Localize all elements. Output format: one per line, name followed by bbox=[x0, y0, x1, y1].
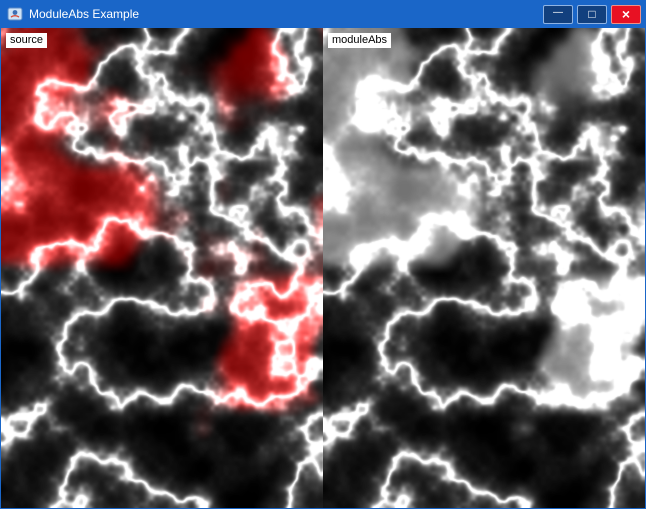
maximize-icon: □ bbox=[588, 8, 595, 20]
titlebar[interactable]: ModuleAbs Example — □ × bbox=[0, 0, 646, 28]
moduleabs-label: moduleAbs bbox=[328, 33, 391, 48]
moduleabs-image bbox=[323, 28, 645, 508]
window-title: ModuleAbs Example bbox=[29, 7, 543, 21]
window-controls: — □ × bbox=[543, 5, 641, 24]
maximize-button[interactable]: □ bbox=[577, 5, 607, 24]
app-window: ModuleAbs Example — □ × source moduleAbs bbox=[0, 0, 646, 509]
source-image bbox=[1, 28, 323, 508]
app-icon[interactable] bbox=[7, 6, 23, 22]
content-area: source moduleAbs bbox=[1, 28, 645, 508]
close-button[interactable]: × bbox=[611, 5, 641, 24]
panel-source: source bbox=[1, 28, 323, 508]
minimize-button[interactable]: — bbox=[543, 5, 573, 24]
minimize-icon: — bbox=[553, 8, 563, 18]
source-label: source bbox=[6, 33, 47, 48]
close-icon: × bbox=[622, 7, 630, 21]
panel-moduleabs: moduleAbs bbox=[323, 28, 645, 508]
